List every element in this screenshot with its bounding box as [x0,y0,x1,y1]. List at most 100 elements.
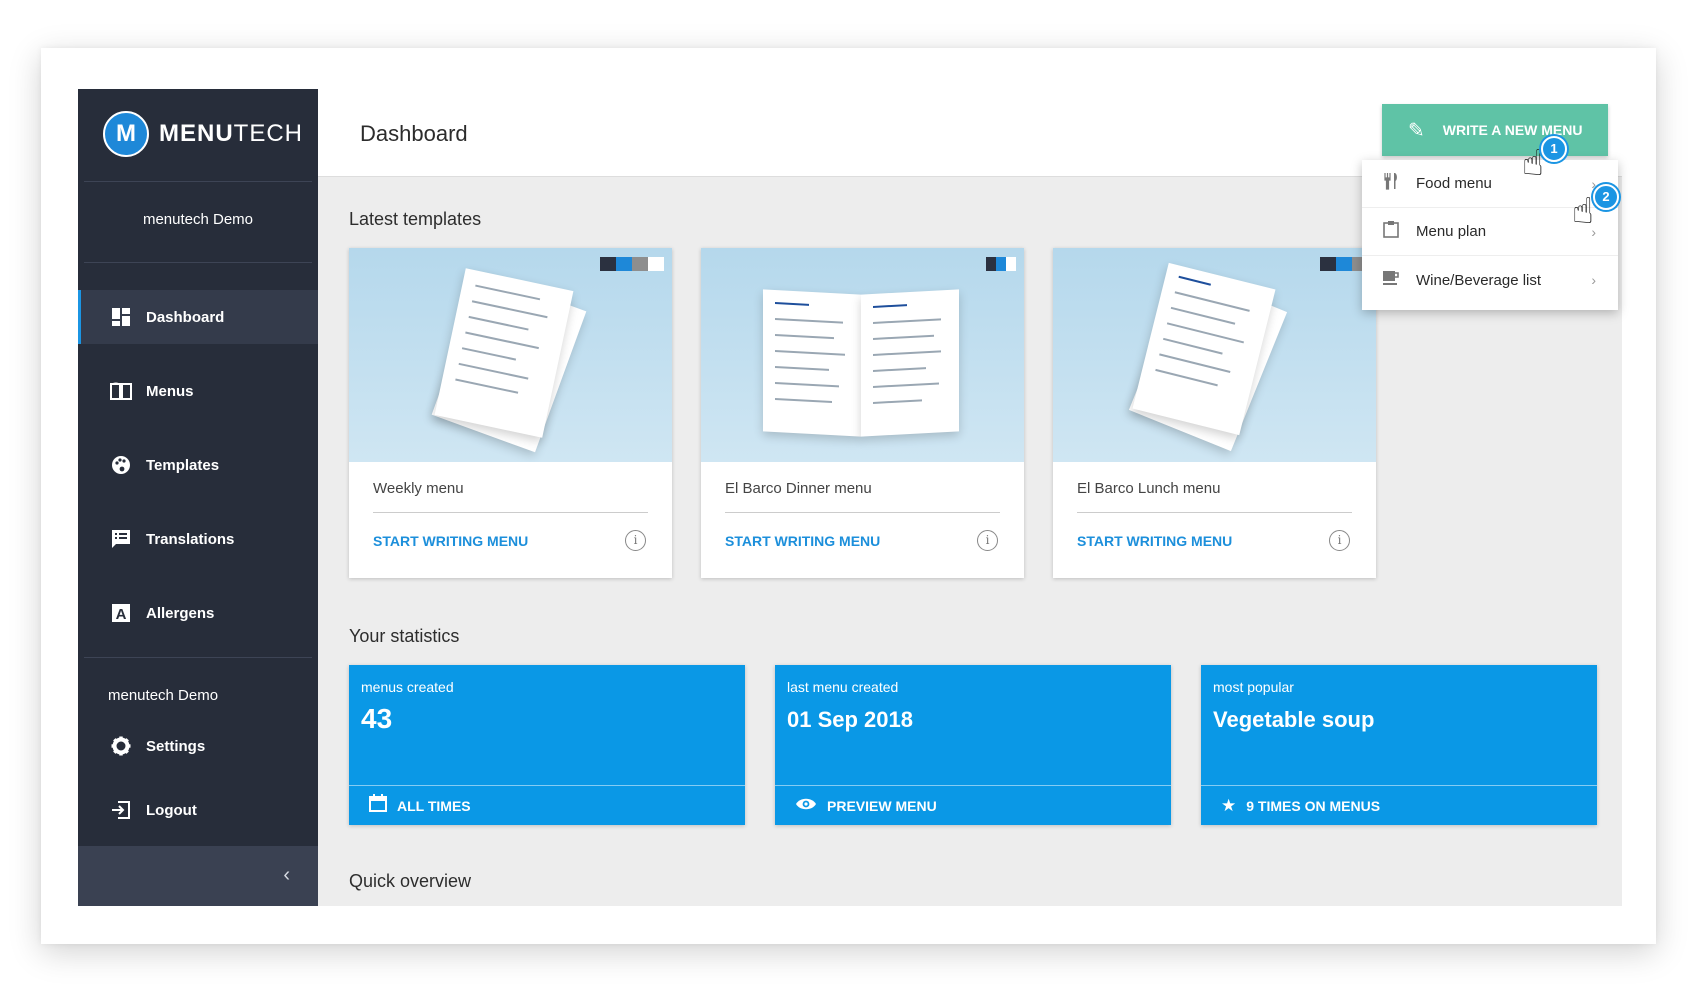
text-line [458,362,529,380]
pencil-icon: ✎ [1408,119,1425,142]
sidebar: M MENUTECH menutech Demo Dashboard Menus… [78,89,318,906]
sidebar-item-label: Translations [146,530,235,548]
sidebar-item-dashboard[interactable]: Dashboard [78,290,318,344]
text-line [774,350,846,356]
text-line [455,378,519,394]
logout-icon [110,799,132,821]
stat-card-last-menu: last menu created 01 Sep 2018 PREVIEW ME… [775,665,1171,825]
info-icon[interactable]: i [1329,530,1350,551]
dashboard-icon [110,306,132,328]
text-line [774,302,810,306]
info-icon[interactable]: i [625,530,646,551]
template-card[interactable]: El Barco Lunch menu START WRITING MENU i [1053,248,1376,578]
calendar-icon [369,794,387,817]
text-line [1159,353,1231,373]
logout-label: Logout [146,801,197,819]
stat-footer-label: ALL TIMES [397,797,471,814]
info-icon[interactable]: i [977,530,998,551]
stat-label: most popular [1213,679,1294,695]
palette-icon [110,454,132,476]
template-name: El Barco Lunch menu [1077,480,1221,497]
dropdown-item-label: Menu plan [1416,223,1487,240]
text-line [872,367,926,372]
sidebar-item-settings[interactable]: Settings [78,719,318,773]
cutlery-icon [1380,172,1402,195]
sidebar-divider [84,262,312,263]
text-line [465,331,539,350]
text-line [774,366,829,371]
logo-mark-icon: M [103,111,149,157]
brand-name: MENUTECH [159,120,303,148]
swatch-color [1336,257,1352,271]
stat-value: 43 [361,703,393,734]
template-card[interactable]: El Barco Dinner menu START WRITING MENU … [701,248,1024,578]
dropdown-item-wine-list[interactable]: Wine/Beverage list › [1362,256,1618,304]
brand-bold: MENU [159,120,234,147]
text-line [1170,306,1236,325]
card-divider [373,512,648,513]
statistics-title: Your statistics [349,626,460,646]
template-name: El Barco Dinner menu [725,480,872,497]
text-line [872,350,942,356]
start-writing-menu-link[interactable]: START WRITING MENU [373,533,528,549]
start-writing-menu-link[interactable]: START WRITING MENU [1077,533,1232,549]
text-line [774,398,832,404]
swatch-color [1006,257,1016,271]
paper-sheet [763,289,861,437]
cup-icon [1380,270,1402,291]
color-swatch [600,257,664,271]
swatch-color [648,257,664,271]
card-divider [725,512,1000,513]
template-preview-image [701,248,1024,462]
settings-label: Settings [146,737,206,755]
text-line [872,382,940,388]
color-swatch [986,257,1016,271]
preview-menu-button[interactable]: PREVIEW MENU [775,785,1171,825]
stat-card-menus-created: menus created 43 ALL TIMES [349,665,745,825]
write-new-menu-button[interactable]: ✎ WRITE A NEW MENU [1382,104,1608,156]
swatch-color [632,257,648,271]
step-badge: 2 [1593,184,1619,210]
sidebar-divider [84,181,312,182]
template-name: Weekly menu [373,480,464,497]
svg-text:A: A [116,606,127,623]
text-line [1167,322,1245,344]
account-name-bottom: menutech Demo [108,687,219,704]
swatch-color [986,257,996,271]
text-line [872,334,934,340]
account-name[interactable]: menutech Demo [78,211,318,228]
sidebar-item-menus[interactable]: Menus [78,364,318,418]
sidebar-divider [84,657,312,658]
text-line [872,304,908,308]
swatch-color [616,257,632,271]
stat-label: last menu created [787,679,899,695]
sidebar-item-logout[interactable]: Logout [78,783,318,837]
start-writing-menu-link[interactable]: START WRITING MENU [725,533,880,549]
paper-sheet [1132,262,1276,436]
new-menu-dropdown: Food menu › Menu plan › Wine/Beverage li… [1362,160,1618,310]
sidebar-item-allergens[interactable]: A Allergens [78,586,318,640]
chevron-right-icon: › [1591,272,1596,288]
text-line [472,300,548,319]
dropdown-item-label: Wine/Beverage list [1416,271,1542,289]
stat-card-most-popular: most popular Vegetable soup ★ 9 TIMES ON… [1201,665,1597,825]
sidebar-item-templates[interactable]: Templates [78,438,318,492]
text-line [1163,337,1223,355]
sidebar-item-translations[interactable]: Translations [78,512,318,566]
clipboard-icon [1380,220,1402,243]
stat-footer-times-on-menus[interactable]: ★ 9 TIMES ON MENUS [1201,785,1597,825]
template-preview-image [349,248,672,462]
page-title: Dashboard [360,121,468,146]
text-line [774,382,840,388]
collapse-sidebar-icon[interactable]: ‹ [283,864,290,887]
chat-icon [110,528,132,550]
template-card[interactable]: Weekly menu START WRITING MENU i [349,248,672,578]
text-line [774,318,844,324]
latest-templates-title: Latest templates [349,209,482,229]
swatch-color [1320,257,1336,271]
stat-footer-all-times[interactable]: ALL TIMES [349,785,745,825]
sidebar-item-label: Dashboard [146,308,225,326]
logo[interactable]: M MENUTECH [103,111,303,157]
text-line [1155,368,1218,387]
sidebar-item-label: Allergens [146,604,215,622]
